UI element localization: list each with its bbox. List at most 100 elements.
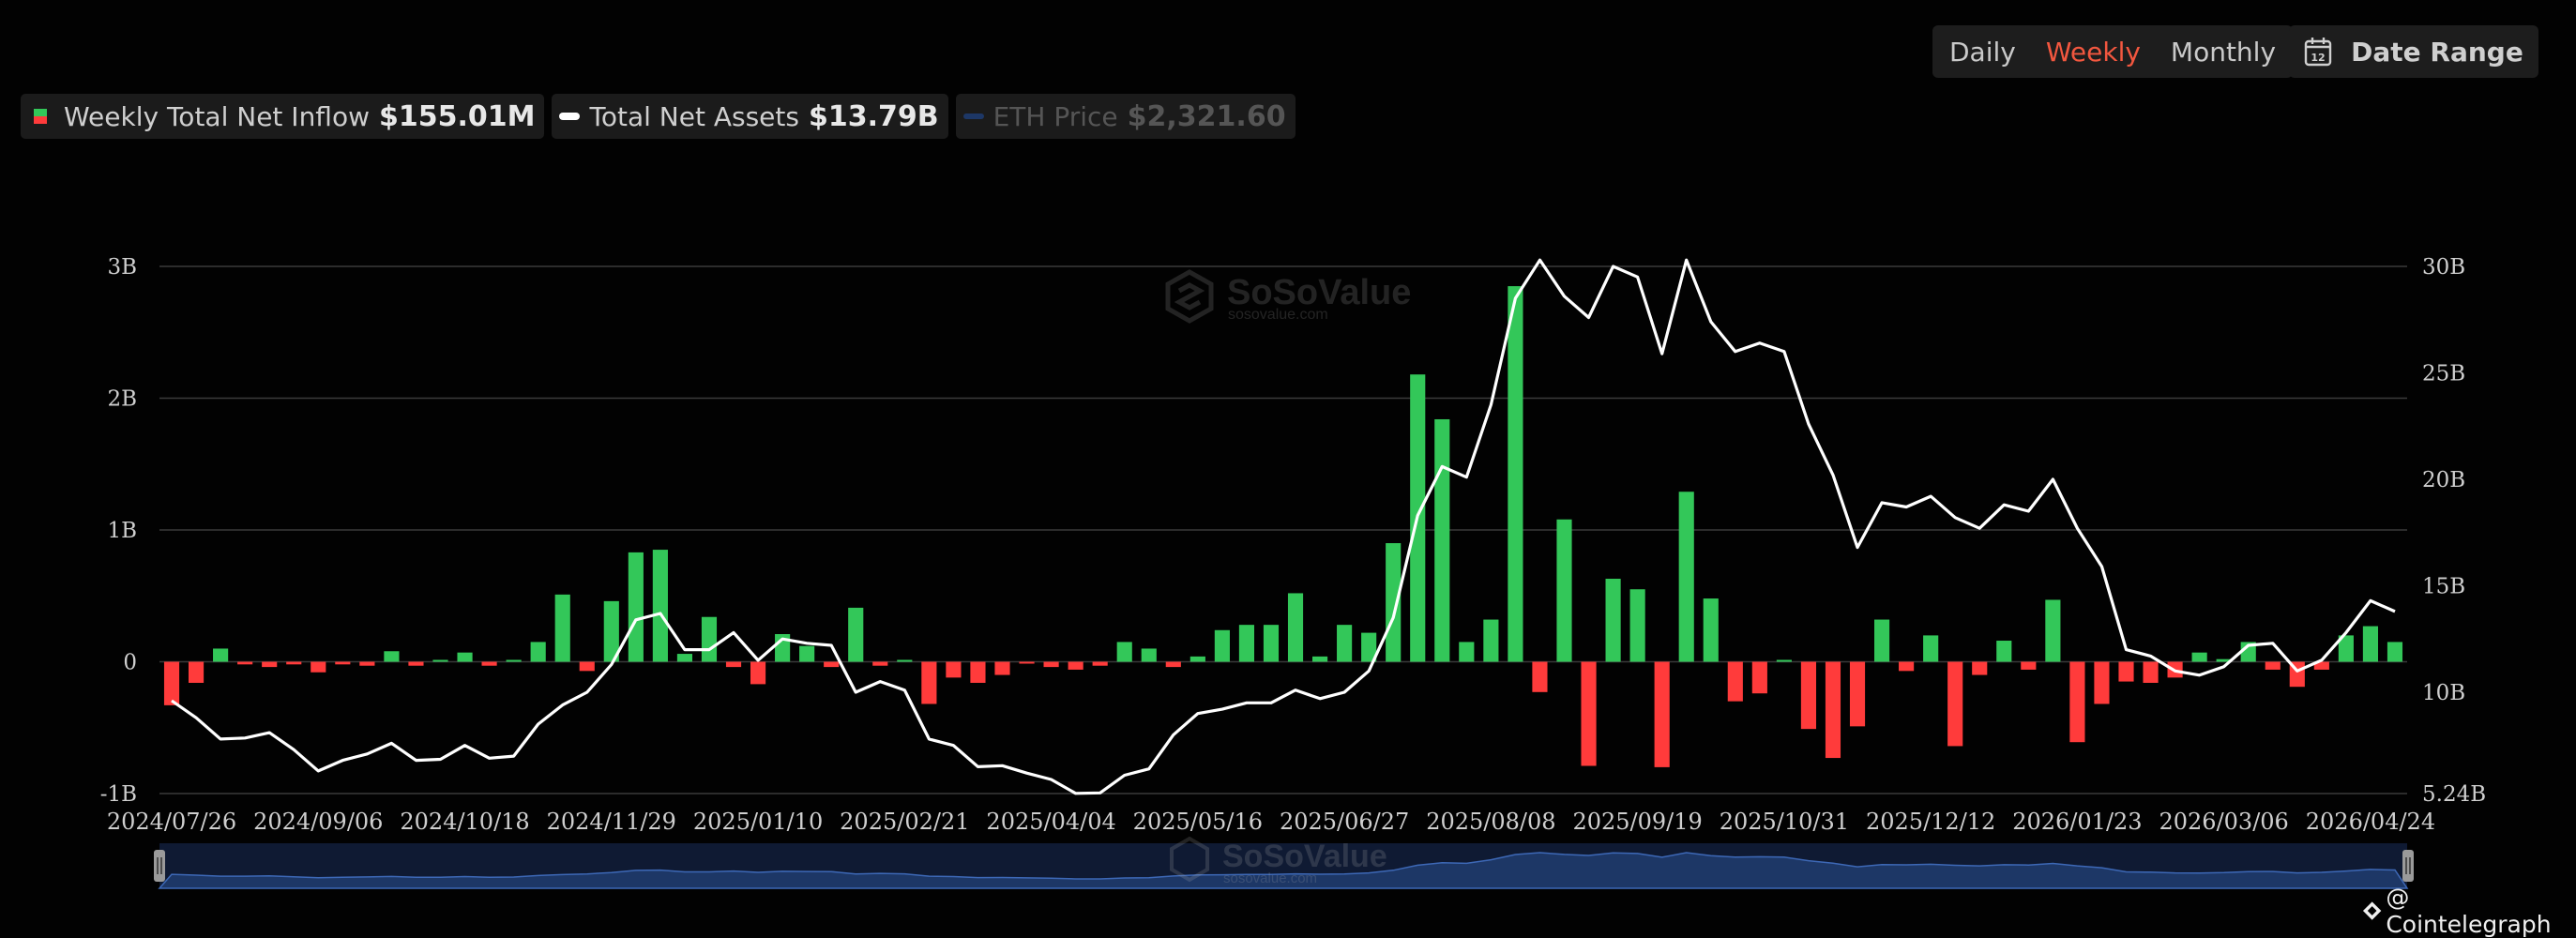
x-axis-labels: 2024/07/26 2024/09/06 2024/10/18 2024/11/29… [107,809,2435,835]
inflow-bar [824,661,840,668]
inflow-bar [1899,661,1915,672]
x-tick-label: 2025/09/19 [1572,809,1702,835]
inflow-bar [506,659,522,662]
inflow-bar [1337,625,1353,662]
inflow-bar [1703,598,1719,662]
inflow-bar [1434,418,1450,662]
cointelegraph-icon [2362,901,2382,920]
inflow-bar [1556,519,1572,662]
inflow-bar [2045,599,2061,662]
x-tick-label: 2024/07/26 [107,809,236,835]
x-tick-label: 2024/09/06 [253,809,383,835]
y-right-tick-label: 25B [2422,361,2465,386]
inflow-bar [1287,593,1304,662]
inflow-bar [1776,659,1792,662]
left-axis-labels: -1B 0 1B 2B 3B [100,255,137,807]
inflow-bar [1263,625,1280,662]
inflow-bar [579,661,595,672]
inflow-bar [1019,661,1035,664]
inflow-bar [1972,661,1988,675]
inflow-bar [1923,635,1939,662]
inflow-bar [481,661,497,666]
x-tick-label: 2025/06/27 [1280,809,1409,835]
inflow-bar [1092,661,1108,666]
inflow-bar [1459,642,1475,662]
inflow-bar [994,661,1010,675]
inflow-bar [237,661,253,665]
inflow-bar [1873,619,1890,662]
inflow-bar [1311,656,1328,662]
inflow-bar [554,594,570,662]
inflow-bar [311,661,326,673]
inflow-bar [1386,543,1402,662]
inflow-bar [970,661,986,683]
y-right-tick-label: 10B [2422,681,2465,705]
watermark: SoSoValue sosovalue.com [1165,269,1411,324]
inflow-bar [2069,661,2085,743]
inflow-bar [1043,661,1059,668]
inflow-bar [2094,661,2110,704]
inflow-bar [2021,661,2037,670]
inflow-bar [2265,661,2281,670]
inflow-bar [1947,661,1963,747]
y-left-tick-label: 1B [107,519,137,543]
inflow-bar [1605,578,1621,662]
inflow-bar [213,648,229,662]
x-tick-label: 2026/04/24 [2306,809,2435,835]
inflow-bar [2191,652,2207,662]
inflow-bar [628,552,644,662]
inflow-bar [2143,661,2159,683]
x-tick-label: 2025/02/21 [840,809,969,835]
y-right-tick-label: 15B [2422,574,2465,598]
inflow-bar [188,661,205,683]
y-right-tick-label: 20B [2422,468,2465,492]
credit-text: @ Cointelegraph [2386,884,2552,938]
navigator-left-handle[interactable] [154,850,165,882]
x-tick-label: 2026/01/23 [2012,809,2142,835]
sosovalue-logo-icon [1165,269,1214,324]
inflow-bar [750,661,766,685]
inflow-bar [676,654,693,662]
inflow-bar [1800,661,1817,730]
y-left-tick-label: 2B [107,387,137,412]
inflow-bar [1849,661,1866,727]
inflow-bar [1654,661,1670,767]
inflow-bar [1483,619,1499,662]
inflow-bar [921,661,937,704]
x-tick-label: 2025/01/10 [693,809,823,835]
x-tick-label: 2025/10/31 [1720,809,1849,835]
inflow-bar [1116,642,1132,662]
inflow-bar [701,616,718,662]
inflow-bar [1629,589,1645,662]
inflow-bar [1190,656,1205,662]
inflow-bar [163,661,180,705]
inflow-bar [1727,661,1743,702]
inflow-bar [432,659,448,662]
inflow-bar [2118,661,2134,682]
inflow-bar [725,661,742,668]
credit: @ Cointelegraph [2362,884,2576,938]
x-tick-label: 2025/05/16 [1133,809,1263,835]
inflow-bar [1508,286,1523,662]
inflow-bar [2362,626,2379,662]
x-tick-label: 2026/03/06 [2159,809,2289,835]
inflow-bar [384,651,400,662]
inflow-bar [1068,661,1083,670]
inflow-bar [1751,661,1767,694]
navigator-watermark-url: sosovalue.com [1223,870,1317,886]
inflow-bar [1165,661,1181,668]
inflow-chart: SoSoValue sosovalue.com -1B 0 1B 2B 3B 5.24B… [100,255,2486,889]
inflow-bar [946,661,962,678]
x-tick-label: 2025/04/04 [986,809,1115,835]
x-tick-label: 2024/10/18 [400,809,529,835]
navigator-right-handle[interactable] [2402,850,2414,882]
inflow-bar [872,661,888,666]
assets-line [171,258,2396,795]
inflow-bar [799,645,815,662]
inflow-bar [1678,492,1694,662]
inflow-bar [408,661,424,666]
inflow-bar [335,661,351,665]
x-tick-label: 2024/11/29 [547,809,676,835]
range-navigator: SoSoValue sosovalue.com [154,836,2414,889]
inflow-bar [652,550,668,662]
